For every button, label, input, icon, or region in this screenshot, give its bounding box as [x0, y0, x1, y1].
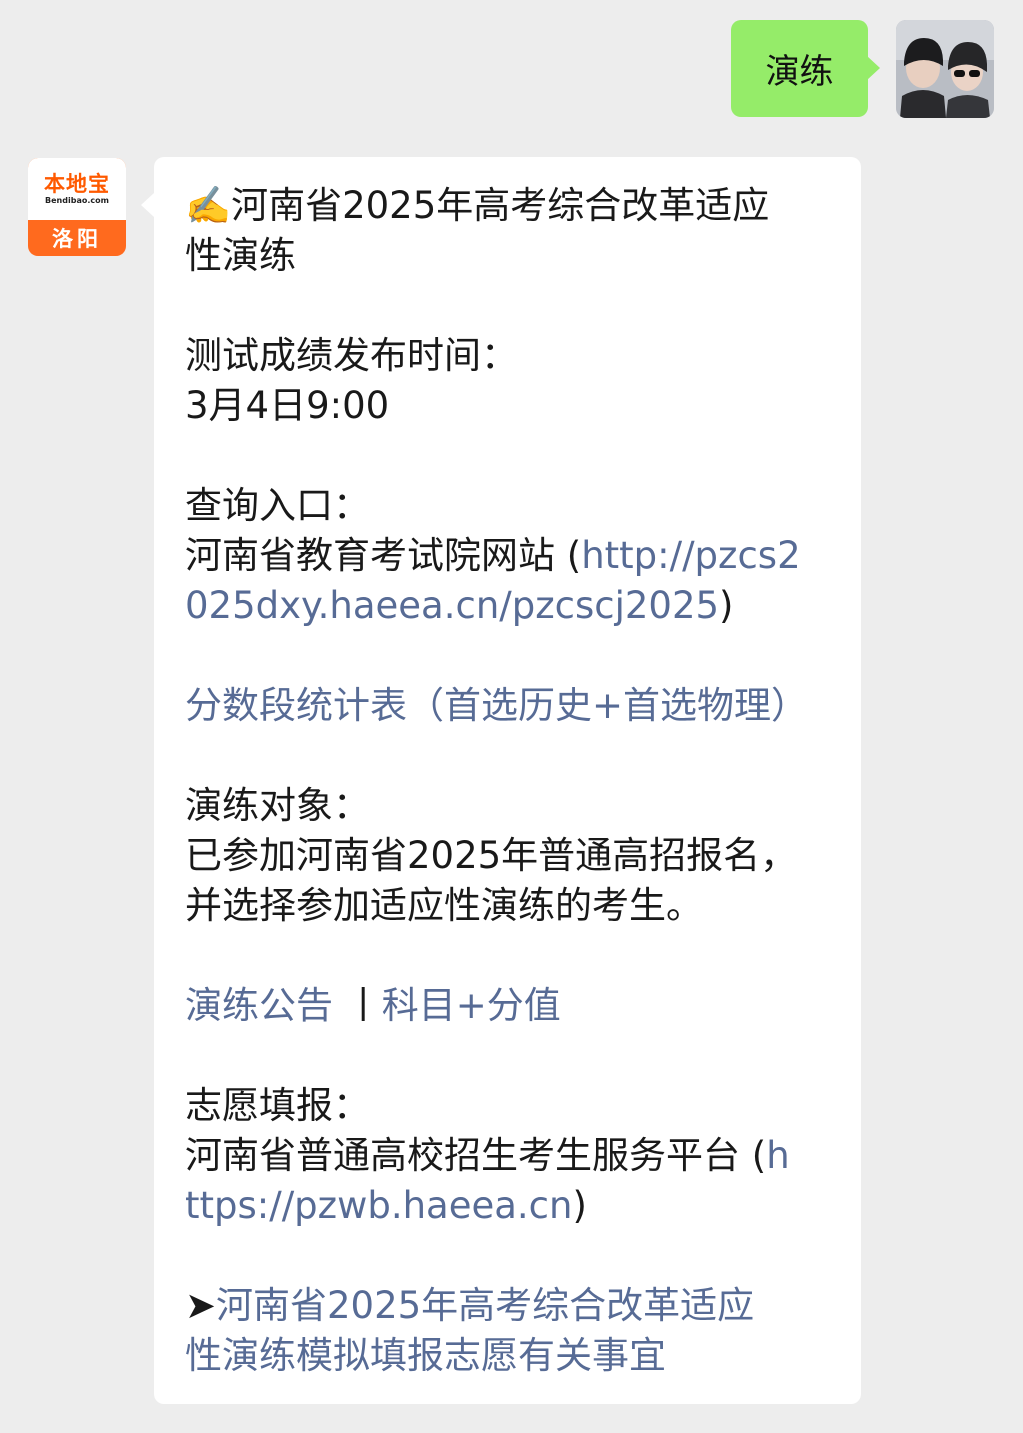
- bot-logo: 本地宝 Bendibao.com: [28, 158, 126, 220]
- volunteer-link-continued[interactable]: ttps://pzwb.haeea.cn: [185, 1184, 572, 1227]
- score-time: 3月4日9:00: [185, 384, 390, 427]
- incoming-message-bubble[interactable]: ✍️河南省2025年高考综合改革适应 性演练 测试成绩发布时间： 3月4日9:0…: [141, 157, 861, 1404]
- score-label: 测试成绩发布时间：: [185, 334, 518, 377]
- arrow-icon: ➤: [185, 1284, 217, 1327]
- writing-hand-icon: ✍️: [185, 184, 232, 227]
- title-line-1: ✍️河南省2025年高考综合改革适应: [185, 181, 831, 231]
- volunteer-line-1: 河南省普通高校招生考生服务平台 (h: [185, 1131, 831, 1181]
- volunteer-line-2: ttps://pzwb.haeea.cn): [185, 1181, 831, 1231]
- volunteer-site-text: 河南省普通高校招生考生服务平台 (: [185, 1134, 767, 1177]
- volunteer-link[interactable]: h: [766, 1134, 789, 1177]
- bottom-line-1: ➤河南省2025年高考综合改革适应: [185, 1281, 831, 1331]
- title-text-1: 河南省2025年高考综合改革适应: [231, 184, 770, 227]
- query-link-continued[interactable]: 025dxy.haeea.cn/pzcscj2025: [185, 584, 719, 627]
- outgoing-message-bubble[interactable]: 演练: [731, 20, 880, 117]
- query-link[interactable]: http://pzcs2: [581, 534, 800, 577]
- target-line-1: 已参加河南省2025年普通高招报名，: [185, 834, 798, 877]
- notice-link[interactable]: 演练公告: [185, 984, 333, 1027]
- bot-avatar[interactable]: 本地宝 Bendibao.com 洛阳: [28, 158, 126, 256]
- user-avatar[interactable]: [896, 20, 994, 118]
- query-line-2: 025dxy.haeea.cn/pzcscj2025): [185, 581, 831, 631]
- query-line-1: 河南省教育考试院网站 (http://pzcs2: [185, 531, 831, 581]
- volunteer-close-paren: ): [572, 1184, 587, 1227]
- query-site-text: 河南省教育考试院网站 (: [185, 534, 582, 577]
- bot-site-text: Bendibao.com: [45, 196, 109, 205]
- volunteer-label: 志愿填报：: [185, 1084, 370, 1127]
- target-label: 演练对象：: [185, 784, 370, 827]
- stats-table-link[interactable]: 分数段统计表（首选历史+首选物理）: [185, 681, 831, 731]
- bottom-link[interactable]: 河南省2025年高考综合改革适应: [216, 1284, 754, 1327]
- subjects-link[interactable]: 科目+分值: [382, 984, 561, 1027]
- query-close-paren: ): [719, 584, 734, 627]
- title-line-2: 性演练: [185, 234, 296, 277]
- bot-brand-text: 本地宝: [44, 171, 110, 196]
- bottom-link-continued[interactable]: 性演练模拟填报志愿有关事宜: [185, 1331, 831, 1381]
- outgoing-message-text: 演练: [765, 52, 834, 92]
- query-label: 查询入口：: [185, 484, 370, 527]
- target-line-2: 并选择参加适应性演练的考生。: [185, 884, 703, 927]
- notice-line: 演练公告 丨科目+分值: [185, 981, 831, 1031]
- user-avatar-image: [896, 20, 994, 118]
- link-separator: 丨: [344, 984, 382, 1027]
- bot-city-text: 洛阳: [52, 227, 102, 251]
